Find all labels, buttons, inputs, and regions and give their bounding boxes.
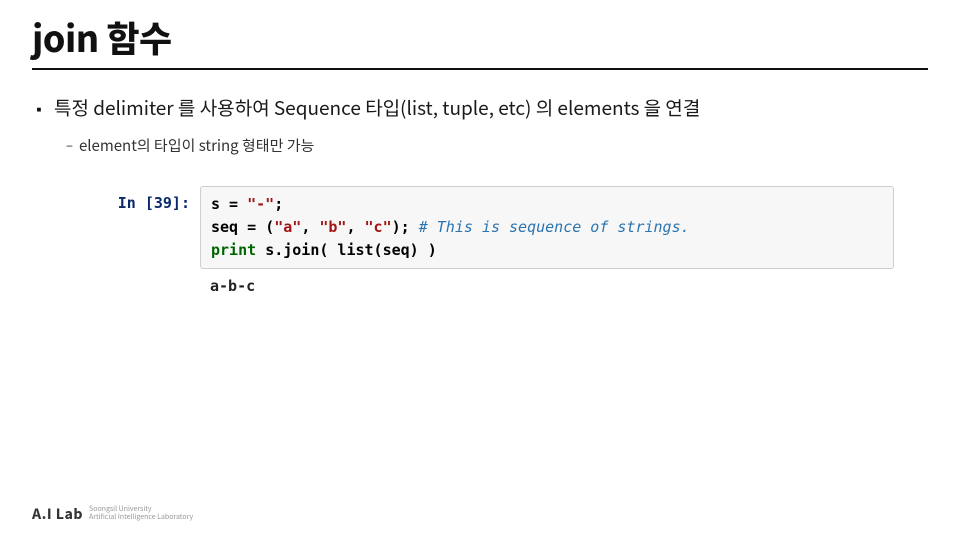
code-space [256,241,265,259]
code-paren-open: ( [265,218,274,236]
code-input-row: In [39]: s = "-"; seq = ("a", "b", "c");… [104,186,894,270]
footer-logo: A.I Lab Soongsil University Artificial I… [32,504,193,524]
code-string-c: "c" [365,218,392,236]
code-output-body: a-b-c [200,269,894,304]
code-var-seq: seq [211,218,238,236]
subbullet-mark-icon: – [66,135,79,154]
code-string-dash: "-" [247,195,274,213]
code-comma: , [301,218,319,236]
code-comment: # This is sequence of strings. [419,218,690,236]
logo-subtext: Soongsil University Artificial Intellige… [89,506,193,521]
logo-text: A.I Lab [32,504,83,524]
bullet-text: 특정 delimiter 를 사용하여 Sequence 타입(list, tu… [54,94,700,121]
code-string-b: "b" [319,218,346,236]
code-output-prompt [104,269,200,304]
code-input-body: s = "-"; seq = ("a", "b", "c"); # This i… [200,186,894,270]
code-var-s: s [211,195,220,213]
code-keyword-print: print [211,241,256,259]
code-semicolon: ; [274,195,283,213]
code-prompt: In [39]: [104,186,200,270]
code-eq: = [238,218,265,236]
logo-sub-line2: Artificial Intelligence Laboratory [89,514,193,522]
bullet-level-1: ▪ 특정 delimiter 를 사용하여 Sequence 타입(list, … [32,94,928,121]
code-paren-close: ) [392,218,401,236]
code-expr: s.join( list(seq) ) [265,241,437,259]
code-string-a: "a" [274,218,301,236]
code-comma: , [346,218,364,236]
bullet-level-2: – element의 타입이 string 형태만 가능 [66,135,928,156]
slide-title: join 함수 [32,18,928,58]
code-output-row: a-b-c [104,269,894,304]
subbullet-text: element의 타입이 string 형태만 가능 [79,135,314,156]
code-semicolon: ; [401,218,419,236]
code-eq: = [220,195,247,213]
slide: join 함수 ▪ 특정 delimiter 를 사용하여 Sequence 타… [0,0,960,540]
code-example: In [39]: s = "-"; seq = ("a", "b", "c");… [104,186,894,305]
title-underline [32,68,928,70]
bullet-mark-icon: ▪ [32,94,54,120]
